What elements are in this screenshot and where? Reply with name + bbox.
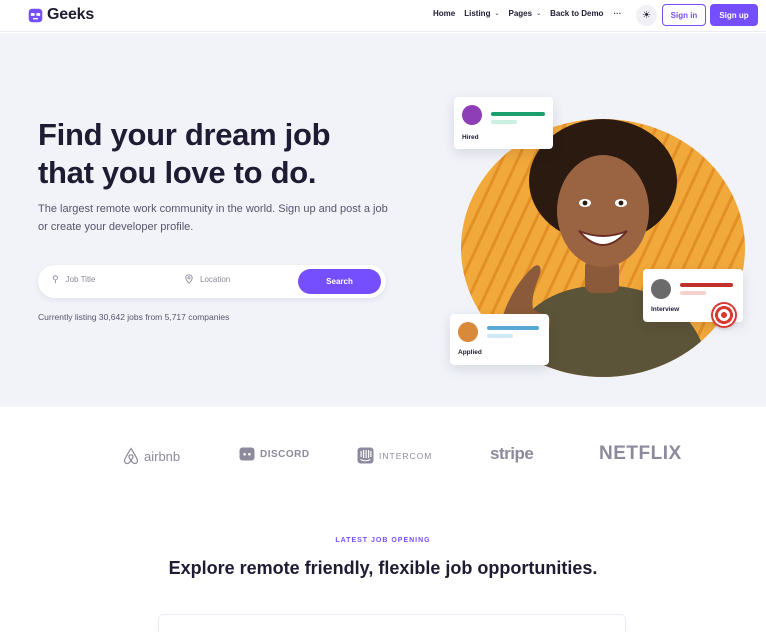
nav-listing[interactable]: Listing ⌄ [464, 9, 499, 18]
stripe-logo: stripe [490, 444, 534, 464]
hero-subtitle: The largest remote work community in the… [38, 203, 388, 233]
hired-label: Hired [462, 134, 479, 141]
netflix-logo: NETFLIX [599, 443, 682, 465]
sign-up-button[interactable]: Sign up [710, 4, 758, 26]
chevron-down-icon: ⌄ [536, 11, 542, 17]
discord-icon [239, 447, 255, 461]
progress-bar [487, 334, 513, 338]
progress-bar [491, 120, 517, 124]
progress-bar [680, 291, 706, 295]
search-button[interactable]: Search [298, 269, 381, 294]
sign-in-button[interactable]: Sign in [662, 4, 706, 26]
applied-status-card: Applied [450, 314, 549, 365]
section-title: Explore remote friendly, flexible job op… [168, 558, 598, 578]
applied-label: Applied [458, 349, 482, 356]
navbar: Geeks Home Listing ⌄ Pages ⌄ Back to Demo … [0, 0, 766, 32]
progress-bar [487, 326, 539, 330]
location-placeholder: Location [200, 274, 231, 284]
geeks-logo-icon [28, 8, 43, 22]
discord-logo: DISCORD [239, 447, 310, 461]
location-input[interactable]: Location [185, 274, 230, 284]
stripe-wordmark: stripe [490, 444, 534, 463]
sun-icon: ☀ [642, 10, 651, 21]
avatar [458, 322, 478, 342]
nav-back-to-demo-label: Back to Demo [550, 9, 604, 18]
section-eyebrow: LATEST JOB OPENING [335, 537, 431, 544]
progress-bar [680, 283, 733, 287]
intercom-logo: INTERCOM [357, 447, 432, 464]
client-logos: airbnb DISCORD INTERCOM stripe NETFLIX [0, 407, 766, 507]
location-pin-icon [185, 274, 193, 284]
netflix-wordmark: NETFLIX [599, 443, 682, 464]
nav-home[interactable]: Home [433, 9, 455, 18]
hired-status-card: Hired [454, 97, 553, 149]
interview-label: Interview [651, 306, 680, 313]
hero-title: Find your dream job that you love to do. [38, 117, 331, 190]
nav-pages-label: Pages [508, 9, 533, 18]
nav-home-label: Home [433, 9, 456, 18]
intercom-icon [357, 447, 374, 464]
listing-count-text: Currently listing 30,642 jobs from 5,717… [38, 312, 230, 322]
nav-listing-label: Listing [464, 9, 491, 18]
airbnb-icon [123, 447, 139, 465]
nav-back-to-demo[interactable]: Back to Demo [550, 9, 603, 18]
nav-links: Home Listing ⌄ Pages ⌄ Back to Demo ··· [433, 9, 621, 18]
brand-name: Geeks [47, 6, 95, 23]
search-icon: ⚲ [52, 274, 59, 284]
discord-wordmark: DISCORD [260, 448, 310, 460]
job-card[interactable] [158, 614, 626, 632]
theme-toggle-button[interactable]: ☀ [636, 5, 657, 26]
progress-bar [491, 112, 545, 116]
more-options-icon[interactable]: ··· [613, 9, 621, 18]
job-search-form: ⚲ Job Title Location Search [38, 265, 386, 298]
avatar [462, 105, 482, 125]
job-title-placeholder: Job Title [65, 275, 96, 284]
target-icon [711, 302, 737, 328]
intercom-wordmark: INTERCOM [379, 450, 433, 461]
chevron-down-icon: ⌄ [494, 11, 500, 17]
nav-pages[interactable]: Pages ⌄ [508, 9, 541, 18]
brand-logo[interactable]: Geeks [27, 6, 94, 24]
airbnb-logo: airbnb [123, 447, 180, 465]
airbnb-wordmark: airbnb [144, 448, 181, 464]
job-title-input[interactable]: ⚲ Job Title [52, 274, 95, 285]
avatar [651, 279, 671, 299]
